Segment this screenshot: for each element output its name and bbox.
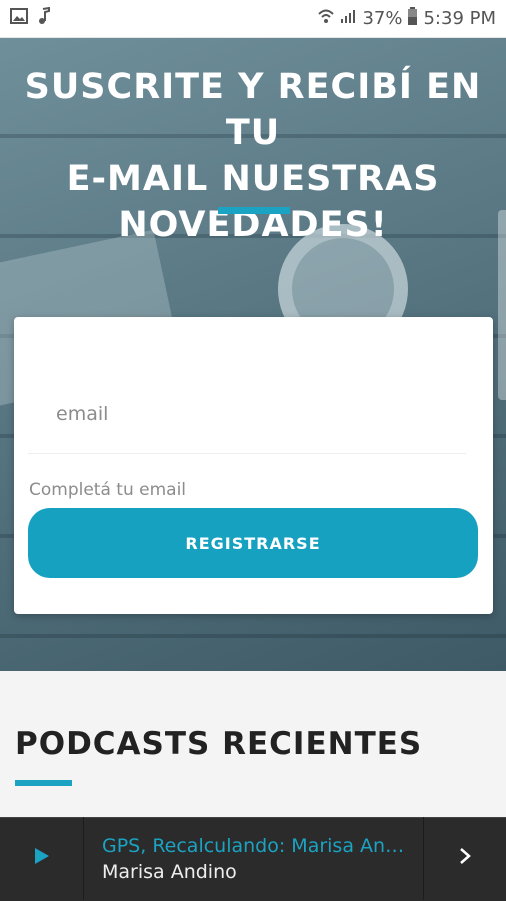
player-artist: Marisa Andino [102, 861, 237, 883]
signal-icon [340, 8, 356, 29]
hero-title-underline [218, 207, 290, 214]
email-input[interactable] [28, 374, 466, 454]
section-title: PODCASTS RECIENTES [15, 726, 423, 762]
chevron-right-icon [459, 847, 471, 870]
image-icon [10, 8, 28, 29]
status-right: 37% 5:39 PM [318, 7, 496, 30]
wifi-icon [318, 8, 335, 29]
play-icon [34, 847, 50, 870]
status-bar: 37% 5:39 PM [0, 0, 506, 38]
register-button[interactable]: REGISTRARSE [28, 508, 478, 578]
next-button[interactable] [423, 817, 506, 900]
music-note-icon [38, 6, 50, 30]
battery-level: 37% [362, 8, 403, 29]
battery-icon [408, 7, 418, 30]
section-title-underline [15, 780, 72, 786]
email-helper-text: Completá tu email [29, 480, 187, 500]
clock: 5:39 PM [423, 8, 496, 29]
hero-title: SUSCRITE Y RECIBÍ EN TU E-MAIL NUESTRAS … [24, 67, 482, 245]
play-button[interactable] [0, 817, 84, 900]
status-left-icons [10, 6, 50, 30]
player-track-title[interactable]: GPS, Recalculando: Marisa Andino [102, 835, 407, 857]
